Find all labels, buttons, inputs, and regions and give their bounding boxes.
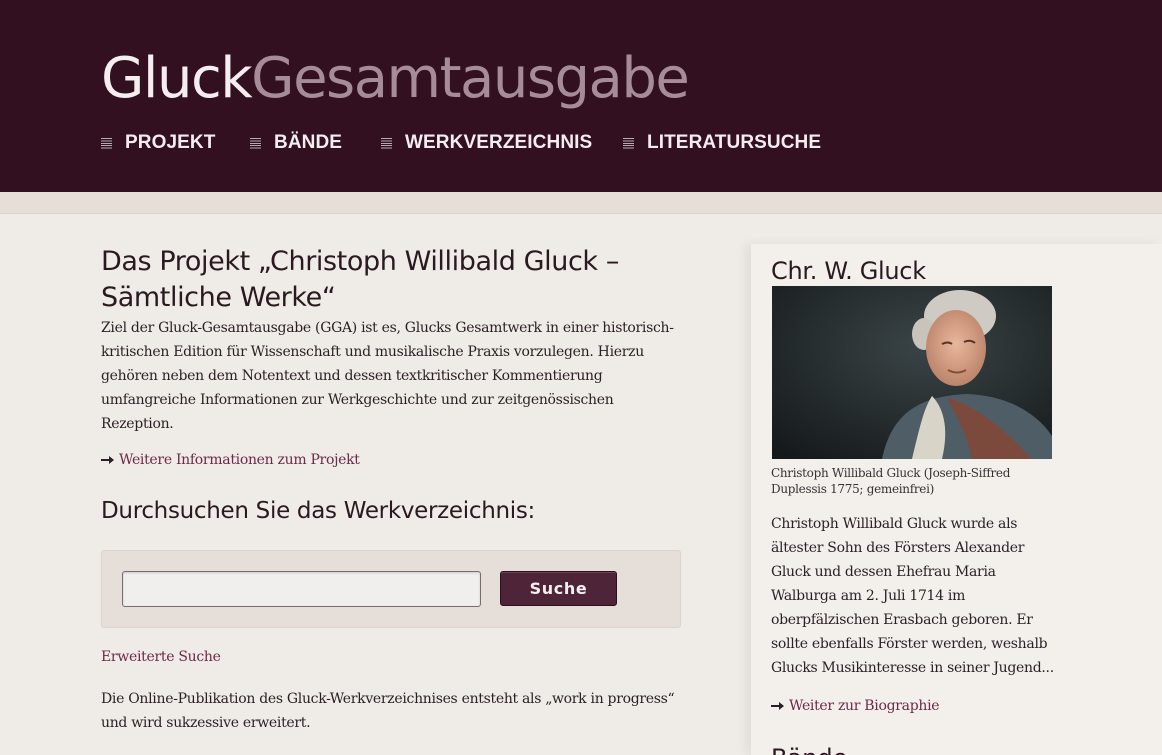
intro-line: Rezeption. — [101, 416, 174, 432]
bio-line: Walburga am 2. Juli 1714 im — [771, 588, 966, 604]
nav-item-literatursuche[interactable]: LITERATURSUCHE — [623, 128, 821, 158]
menu-lines-icon — [101, 137, 112, 150]
search-input[interactable] — [122, 571, 481, 607]
intro-line: gehören neben dem Notentext und dessen t… — [101, 368, 603, 384]
sidebar-next-heading: Bände — [771, 744, 847, 755]
logo-part-gluck: Gluck — [101, 46, 253, 111]
work-in-progress-note: Die Online-Publikation des Gluck-Werkver… — [101, 687, 701, 735]
nav-label: WERKVERZEICHNIS — [405, 132, 593, 153]
logo-part-gesamtausgabe: Gesamtausgabe — [251, 46, 690, 111]
nav-item-projekt[interactable]: PROJEKT — [101, 128, 215, 158]
more-info-link-label: Weitere Informationen zum Projekt — [119, 452, 360, 468]
arrow-right-icon — [771, 702, 784, 710]
bio-line: ältester Sohn des Försters Alexander — [771, 540, 1025, 556]
portrait-caption: Christoph Willibald Gluck (Joseph-Siffre… — [771, 465, 1041, 497]
bio-text: Christoph Willibald Gluck wurde als älte… — [771, 512, 1056, 680]
biography-link-label: Weiter zur Biographie — [789, 698, 940, 714]
arrow-right-icon — [101, 456, 114, 464]
intro-text: Ziel der Gluck-Gesamtausgabe (GGA) ist e… — [101, 316, 701, 436]
caption-line: Duplessis 1775; gemeinfrei) — [771, 482, 935, 496]
intro-line: Ziel der Gluck-Gesamtausgabe (GGA) ist e… — [101, 320, 674, 336]
more-info-link[interactable]: Weitere Informationen zum Projekt — [101, 452, 701, 468]
menu-lines-icon — [381, 137, 392, 150]
bio-line: Christoph Willibald Gluck wurde als — [771, 516, 1018, 532]
advanced-search-link[interactable]: Erweiterte Suche — [101, 649, 221, 665]
sidebar-title: Chr. W. Gluck — [771, 257, 926, 285]
search-button[interactable]: Suche — [500, 571, 617, 606]
nav-item-baende[interactable]: BÄNDE — [250, 128, 342, 158]
menu-lines-icon — [250, 137, 261, 150]
site-logo[interactable]: GluckGesamtausgabe — [101, 44, 690, 114]
page-title-line2: Sämtliche Werke“ — [101, 282, 336, 313]
page-title: Das Projekt „Christoph Willibald Gluck –… — [101, 244, 701, 316]
intro-line: umfangreiche Informationen zur Werkgesch… — [101, 392, 614, 408]
page-title-line1: Das Projekt „Christoph Willibald Gluck – — [101, 246, 619, 277]
search-heading: Durchsuchen Sie das Werkverzeichnis: — [101, 498, 535, 524]
bio-line: sollte ebenfalls Förster werden, weshalb — [771, 636, 1048, 652]
note-line: und wird sukzessive erweitert. — [101, 715, 311, 731]
bio-line: Gluck und dessen Ehefrau Maria — [771, 564, 996, 580]
header-band — [0, 192, 1162, 214]
intro-line: kritischen Edition für Wissenschaft und … — [101, 344, 644, 360]
bio-line: oberpfälzischen Erasbach geboren. Er — [771, 612, 1033, 628]
bio-line: Glucks Musikinteresse in seiner Jugend..… — [771, 660, 1054, 676]
main-content: Das Projekt „Christoph Willibald Gluck –… — [101, 244, 701, 731]
nav-item-werkverzeichnis[interactable]: WERKVERZEICHNIS — [381, 128, 592, 158]
advanced-search-link-label: Erweiterte Suche — [101, 649, 221, 665]
sidebar: Chr. W. Gluck Christoph Willibald Gluck … — [751, 244, 1162, 755]
menu-lines-icon — [623, 137, 634, 150]
site-header: GluckGesamtausgabe PROJEKT BÄNDE WERKVER… — [0, 0, 1162, 192]
nav-label: PROJEKT — [125, 132, 216, 153]
note-line: Die Online-Publikation des Gluck-Werkver… — [101, 691, 675, 707]
nav-label: LITERATURSUCHE — [647, 132, 822, 153]
caption-line: Christoph Willibald Gluck (Joseph-Siffre… — [771, 466, 1011, 480]
search-panel: Suche — [101, 550, 681, 628]
nav-label: BÄNDE — [274, 132, 343, 153]
biography-link[interactable]: Weiter zur Biographie — [771, 698, 940, 714]
gluck-portrait — [772, 286, 1052, 459]
